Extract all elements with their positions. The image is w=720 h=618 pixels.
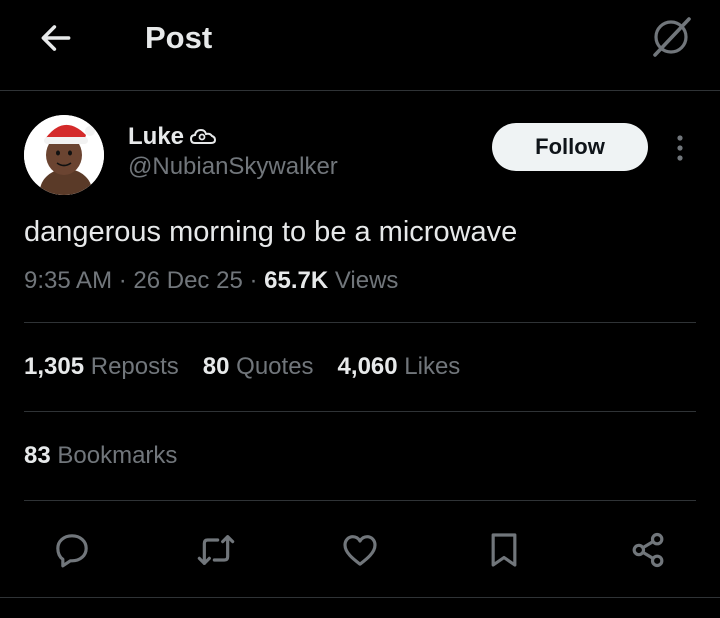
post-date[interactable]: 26 Dec 25 — [133, 267, 242, 294]
divider — [24, 500, 696, 501]
grok-button[interactable] — [646, 12, 696, 62]
views-count: 65.7K — [264, 267, 329, 294]
bookmarks-label: Bookmarks — [57, 442, 178, 469]
share-button[interactable] — [624, 526, 672, 574]
meta-separator: · — [112, 267, 134, 294]
back-button[interactable] — [36, 18, 76, 58]
views-label: Views — [334, 267, 399, 294]
bookmarks-count: 83 — [24, 442, 51, 469]
arrow-left-icon — [41, 25, 71, 51]
bookmarks-stat[interactable]: 83 Bookmarks — [24, 441, 177, 471]
meta-separator: · — [242, 267, 265, 294]
repost-icon — [197, 535, 235, 565]
post-time[interactable]: 9:35 AM — [24, 267, 112, 294]
likes-stat[interactable]: 4,060 Likes — [338, 352, 461, 382]
repost-button[interactable] — [192, 526, 240, 574]
author-name-text: Luke — [128, 123, 185, 150]
heart-icon — [343, 535, 377, 566]
follow-button[interactable]: Follow — [492, 123, 648, 171]
quotes-stat[interactable]: 80 Quotes — [203, 352, 314, 382]
post-meta: 9:35 AM · 26 Dec 25 · 65.7K Views — [24, 266, 398, 296]
quotes-label: Quotes — [236, 353, 314, 380]
likes-count: 4,060 — [337, 353, 398, 380]
engagement-stats: 1,305 Reposts 80 Quotes 4,060 Likes — [24, 352, 484, 382]
top-bar: Post — [0, 0, 720, 91]
page-title: Post — [145, 20, 213, 55]
reposts-label: Reposts — [90, 353, 179, 380]
reply-icon — [56, 534, 88, 568]
divider — [0, 597, 720, 598]
more-options-button[interactable] — [664, 128, 696, 168]
author-name[interactable]: Luke — [128, 122, 217, 152]
bookmark-button[interactable] — [480, 526, 528, 574]
post-text: dangerous morning to be a microwave — [24, 216, 518, 248]
reposts-stat[interactable]: 1,305 Reposts — [24, 352, 179, 382]
like-button[interactable] — [336, 526, 384, 574]
quotes-count: 80 — [202, 353, 230, 380]
divider — [24, 411, 696, 412]
share-icon — [632, 532, 664, 568]
avatar-image — [24, 115, 104, 195]
avatar[interactable] — [24, 115, 104, 195]
divider — [24, 322, 696, 323]
grok-icon — [653, 17, 691, 57]
reply-button[interactable] — [48, 526, 96, 574]
reposts-count: 1,305 — [24, 353, 85, 380]
more-vertical-icon — [677, 135, 683, 161]
likes-label: Likes — [404, 353, 461, 380]
bookmark-icon — [491, 533, 517, 567]
cloud-emoji-icon — [190, 126, 217, 148]
author-handle[interactable]: @NubianSkywalker — [128, 152, 338, 182]
